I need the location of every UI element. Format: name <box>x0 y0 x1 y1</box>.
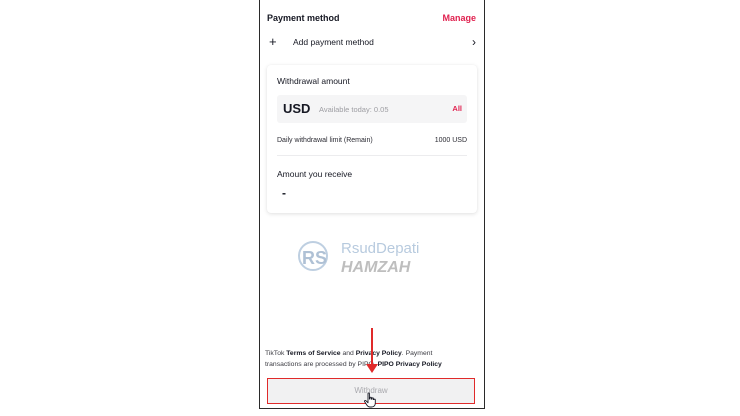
amount-receive-value: - <box>282 186 286 200</box>
amount-placeholder: Available today: 0.05 <box>319 105 389 114</box>
withdrawal-amount-label: Withdrawal amount <box>277 76 350 86</box>
amount-input[interactable]: USD Available today: 0.05 All <box>277 95 467 123</box>
watermark-logo: RS RsudDepati HAMZAH <box>298 240 419 276</box>
daily-limit-label: Daily withdrawal limit (Remain) <box>277 137 373 144</box>
watermark-logo-text: RS <box>302 248 327 268</box>
terms-link[interactable]: Terms of Service <box>286 350 340 357</box>
hand-pointer-icon <box>364 392 376 408</box>
privacy-link[interactable]: Privacy Policy <box>356 350 402 357</box>
currency-label: USD <box>283 101 311 116</box>
daily-limit-value: 1000 USD <box>434 137 467 144</box>
add-payment-method-label: Add payment method <box>293 37 374 47</box>
pipo-privacy-link[interactable]: PIPO Privacy Policy <box>378 361 442 368</box>
chevron-right-icon: › <box>472 35 476 49</box>
annotation-arrow-line <box>371 328 373 368</box>
manage-button[interactable]: Manage <box>442 13 476 23</box>
divider <box>277 155 467 156</box>
withdrawal-card: Withdrawal amount USD Available today: 0… <box>267 65 477 213</box>
watermark-line1: RsudDepati <box>341 240 419 257</box>
payment-method-title: Payment method <box>267 13 340 23</box>
plus-icon: + <box>269 34 277 49</box>
all-button[interactable]: All <box>452 104 462 113</box>
amount-receive-label: Amount you receive <box>277 169 353 179</box>
annotation-arrow-head <box>366 364 378 373</box>
payment-method-header: Payment method Manage <box>267 13 476 27</box>
legal-text-part: and <box>340 350 356 357</box>
watermark-line2: HAMZAH <box>341 259 411 276</box>
add-payment-method-row[interactable]: + Add payment method › <box>267 34 476 52</box>
legal-text-part: TikTok <box>265 350 287 357</box>
